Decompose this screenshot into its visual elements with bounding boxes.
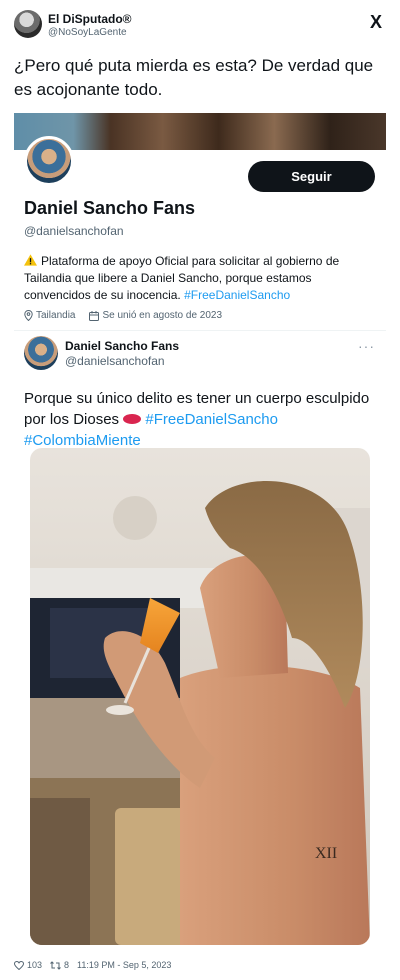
- warning-icon: [24, 254, 37, 266]
- inner-tweet-author-name[interactable]: Daniel Sancho Fans: [65, 339, 179, 353]
- lips-emoji-icon: [123, 414, 142, 424]
- more-icon[interactable]: ···: [358, 338, 375, 354]
- like-action[interactable]: 103: [14, 960, 42, 970]
- photo-illustration: XII: [30, 448, 370, 945]
- joined-text: Se unió en agosto de 2023: [102, 310, 223, 321]
- bio-text: Plataforma de apoyo Oficial para solicit…: [24, 254, 340, 302]
- profile-avatar[interactable]: [24, 136, 74, 186]
- profile-handle[interactable]: @danielsanchofan: [24, 224, 124, 238]
- inner-tweet-author-handle[interactable]: @danielsanchofan: [65, 354, 165, 368]
- author-handle[interactable]: @NoSoyLaGente: [48, 27, 127, 38]
- heart-icon: [14, 960, 24, 970]
- hashtag-link-colombia[interactable]: #ColombiaMiente: [24, 432, 141, 449]
- profile-name[interactable]: Daniel Sancho Fans: [24, 198, 195, 219]
- profile-banner: [14, 113, 386, 150]
- like-count: 103: [27, 960, 43, 970]
- tweet-timestamp[interactable]: 11:19 PM - Sep 5, 2023: [77, 960, 171, 970]
- tweet-footer: 103 8 11:19 PM - Sep 5, 2023: [14, 960, 171, 970]
- author-avatar[interactable]: [14, 10, 42, 38]
- calendar-icon: [89, 310, 100, 321]
- bio-hashtag-link[interactable]: #FreeDanielSancho: [184, 288, 290, 302]
- retweet-count: 8: [64, 960, 70, 970]
- tweet-header: El DiSputado® @NoSoyLaGente X: [14, 10, 386, 44]
- profile-meta: Tailandia Se unió en agosto de 2023: [24, 310, 222, 321]
- location-icon: [24, 310, 33, 321]
- follow-button[interactable]: Seguir: [248, 161, 375, 192]
- tattoo-mark: XII: [315, 845, 337, 862]
- retweet-action[interactable]: 8: [50, 960, 69, 970]
- inner-tweet-avatar[interactable]: [24, 336, 58, 370]
- joined-item: Se unió en agosto de 2023: [89, 310, 222, 321]
- author-name[interactable]: El DiSputado®: [48, 12, 132, 26]
- profile-bio: Plataforma de apoyo Oficial para solicit…: [24, 253, 354, 304]
- divider: [14, 330, 386, 331]
- hashtag-link-free[interactable]: #FreeDanielSancho: [145, 411, 278, 428]
- location-text: Tailandia: [36, 310, 76, 321]
- tweet-text: ¿Pero qué puta mierda es esta? De verdad…: [14, 56, 374, 99]
- retweet-icon: [50, 960, 61, 970]
- location-item: Tailandia: [24, 310, 75, 321]
- x-logo-icon[interactable]: X: [370, 12, 382, 33]
- tweet-photo[interactable]: XII: [30, 448, 370, 945]
- inner-tweet-text: Porque su único delito es tener un cuerp…: [24, 388, 374, 451]
